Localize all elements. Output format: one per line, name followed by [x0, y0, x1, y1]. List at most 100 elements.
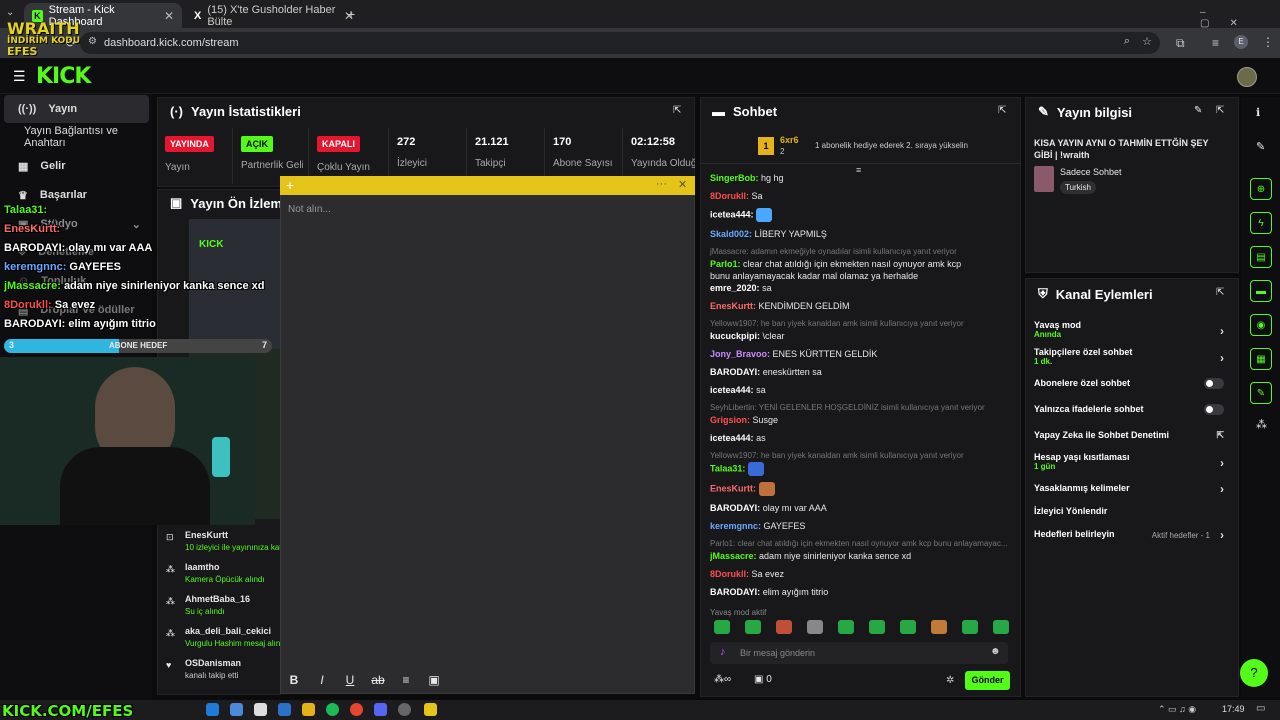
- add-note-icon[interactable]: +: [286, 177, 294, 193]
- sidebar-item-stream-key[interactable]: Yayın Bağlantısı ve Anahtarı: [4, 123, 149, 151]
- extensions-icon[interactable]: ⧉: [1176, 36, 1185, 51]
- popout-icon[interactable]: ⇱: [673, 105, 681, 116]
- send-button[interactable]: Gönder: [965, 671, 1010, 690]
- chat-username[interactable]: icetea444:: [710, 209, 754, 219]
- chrome-icon[interactable]: [350, 703, 363, 716]
- chevron-right-icon[interactable]: ›: [1220, 351, 1224, 365]
- channel-action-item[interactable]: Takipçilere özel sohbet 1 dk. ›: [1034, 347, 1230, 369]
- help-button[interactable]: ?: [1240, 659, 1268, 687]
- media-icon[interactable]: ≡: [1212, 36, 1219, 50]
- emote-icon[interactable]: [899, 620, 916, 634]
- sticky-note-window[interactable]: [280, 176, 695, 694]
- bookmark-star-icon[interactable]: ☆: [1142, 35, 1152, 48]
- channel-action-item[interactable]: İzleyici Yönlendir: [1034, 506, 1230, 528]
- rail-button-lightning[interactable]: ϟ: [1250, 212, 1272, 234]
- external-link-icon[interactable]: ⇱: [1216, 430, 1224, 441]
- mic-icon[interactable]: ♪: [720, 646, 726, 658]
- chevron-right-icon[interactable]: ›: [1220, 528, 1224, 542]
- image-button[interactable]: ▣: [420, 673, 448, 687]
- popout-icon[interactable]: ⇱: [1216, 287, 1224, 298]
- emote-icon[interactable]: [961, 620, 978, 634]
- italic-button[interactable]: I: [308, 673, 336, 687]
- popout-icon[interactable]: ⇱: [998, 105, 1006, 116]
- chevron-right-icon[interactable]: ›: [1220, 456, 1224, 470]
- chevron-right-icon[interactable]: ›: [1220, 482, 1224, 496]
- rail-button-notes[interactable]: ▤: [1250, 246, 1272, 268]
- more-options-icon[interactable]: ···: [656, 178, 667, 190]
- spotify-icon[interactable]: [326, 703, 339, 716]
- chat-username[interactable]: SingerBob:: [710, 173, 759, 183]
- chat-settings-icon[interactable]: ✲: [946, 675, 954, 686]
- chat-username[interactable]: Parlo1:: [710, 259, 741, 269]
- emote-icon[interactable]: [868, 620, 885, 634]
- rail-button-broadcast[interactable]: ◉: [1250, 314, 1272, 336]
- kick-logo[interactable]: KICK: [36, 64, 91, 89]
- chat-username[interactable]: keremgnnc:: [710, 521, 761, 531]
- bold-button[interactable]: B: [280, 673, 308, 687]
- close-icon[interactable]: ✕: [678, 178, 687, 191]
- sticky-note-titlebar[interactable]: + ··· ✕: [280, 176, 695, 195]
- edge-icon[interactable]: [206, 703, 219, 716]
- chat-username[interactable]: BARODAYI:: [710, 587, 760, 597]
- pencil-icon[interactable]: ✎: [1256, 140, 1265, 153]
- info-icon[interactable]: ℹ: [1256, 106, 1260, 119]
- chat-username[interactable]: jMassacre:: [710, 551, 757, 561]
- site-info-icon[interactable]: ⚙: [88, 36, 97, 47]
- explorer-icon[interactable]: [302, 703, 315, 716]
- rail-button-targets[interactable]: ⊕: [1250, 178, 1272, 200]
- chat-username[interactable]: Jony_Bravoo:: [710, 349, 770, 359]
- chat-username[interactable]: 8Dorukll:: [710, 569, 749, 579]
- channel-action-item[interactable]: Yapay Zeka ile Sohbet Denetimi ⇱: [1034, 430, 1230, 452]
- rail-button-layers[interactable]: ▦: [1250, 348, 1272, 370]
- emote-icon[interactable]: [837, 620, 854, 634]
- browser-menu-icon[interactable]: ⋮: [1262, 35, 1274, 49]
- emoji-icon[interactable]: ☻: [990, 646, 1001, 657]
- sidebar-item-gelir[interactable]: ▦ Gelir: [4, 152, 149, 180]
- rail-button-tools[interactable]: ✎: [1250, 382, 1272, 404]
- chevron-right-icon[interactable]: ›: [1220, 324, 1224, 338]
- url-input[interactable]: ⚙ dashboard.kick.com/stream ⌕ ☆: [80, 32, 1160, 54]
- tray-icons[interactable]: ⌃ ▭ ♫ ◉: [1158, 704, 1196, 715]
- chat-input[interactable]: ♪ Bir mesaj gönderin ☻: [710, 642, 1008, 664]
- emote-icon[interactable]: [806, 620, 823, 634]
- user-avatar[interactable]: [1237, 67, 1257, 87]
- note-placeholder[interactable]: Not alın...: [288, 204, 331, 215]
- chat-username[interactable]: kucuckpipi:: [710, 331, 760, 341]
- hamburger-menu-icon[interactable]: ☰: [13, 68, 26, 85]
- toggle-switch[interactable]: [1204, 404, 1224, 415]
- edit-icon[interactable]: ✎: [1194, 105, 1202, 116]
- channel-action-item[interactable]: Hesap yaşı kısıtlaması 1 gün ›: [1034, 452, 1230, 474]
- sticky-notes-icon[interactable]: [424, 703, 437, 716]
- notifications-icon[interactable]: ▭: [1256, 703, 1265, 714]
- obs-icon[interactable]: [398, 703, 411, 716]
- store-icon[interactable]: [254, 703, 267, 716]
- tab-list-icon[interactable]: ⌄: [6, 7, 14, 18]
- tab-x[interactable]: X (15) X'te Gusholder Haber Bülte ✕: [186, 3, 362, 28]
- chat-username[interactable]: BARODAYI:: [710, 367, 760, 377]
- chat-username[interactable]: BARODAYI:: [710, 503, 760, 513]
- popout-icon[interactable]: ⇱: [1216, 105, 1224, 116]
- rail-button-chat[interactable]: ▬: [1250, 280, 1272, 302]
- list-button[interactable]: ≡: [392, 673, 420, 687]
- chat-username[interactable]: EnesKurtt:: [710, 301, 756, 311]
- chat-username[interactable]: emre_2020:: [710, 283, 760, 293]
- window-controls[interactable]: –▢✕: [1200, 7, 1280, 29]
- chat-username[interactable]: icetea444:: [710, 385, 754, 395]
- new-tab-icon[interactable]: +: [347, 6, 355, 22]
- chat-username[interactable]: Talaa31:: [710, 463, 745, 473]
- emote-icon[interactable]: [744, 620, 761, 634]
- channel-action-item[interactable]: Yalnızca ifadelerle sohbet: [1034, 404, 1230, 426]
- strikethrough-button[interactable]: ab: [364, 673, 392, 687]
- chat-username[interactable]: Grigsion:: [710, 415, 750, 425]
- toggle-switch[interactable]: [1204, 378, 1224, 389]
- emote-icon[interactable]: [930, 620, 947, 634]
- chat-username[interactable]: icetea444:: [710, 433, 754, 443]
- copilot-icon[interactable]: [230, 703, 243, 716]
- community-icon[interactable]: ⁂: [1256, 418, 1267, 431]
- emote-icon[interactable]: [992, 620, 1009, 634]
- emote-icon[interactable]: [713, 620, 730, 634]
- channel-action-item[interactable]: Yasaklanmış kelimeler ›: [1034, 482, 1230, 505]
- chat-username[interactable]: 8Dorukll:: [710, 191, 749, 201]
- channel-action-item[interactable]: Abonelere özel sohbet: [1034, 378, 1230, 400]
- channel-action-item[interactable]: Hedefleri belirleyin Aktif hedefler - 1 ›: [1034, 528, 1230, 551]
